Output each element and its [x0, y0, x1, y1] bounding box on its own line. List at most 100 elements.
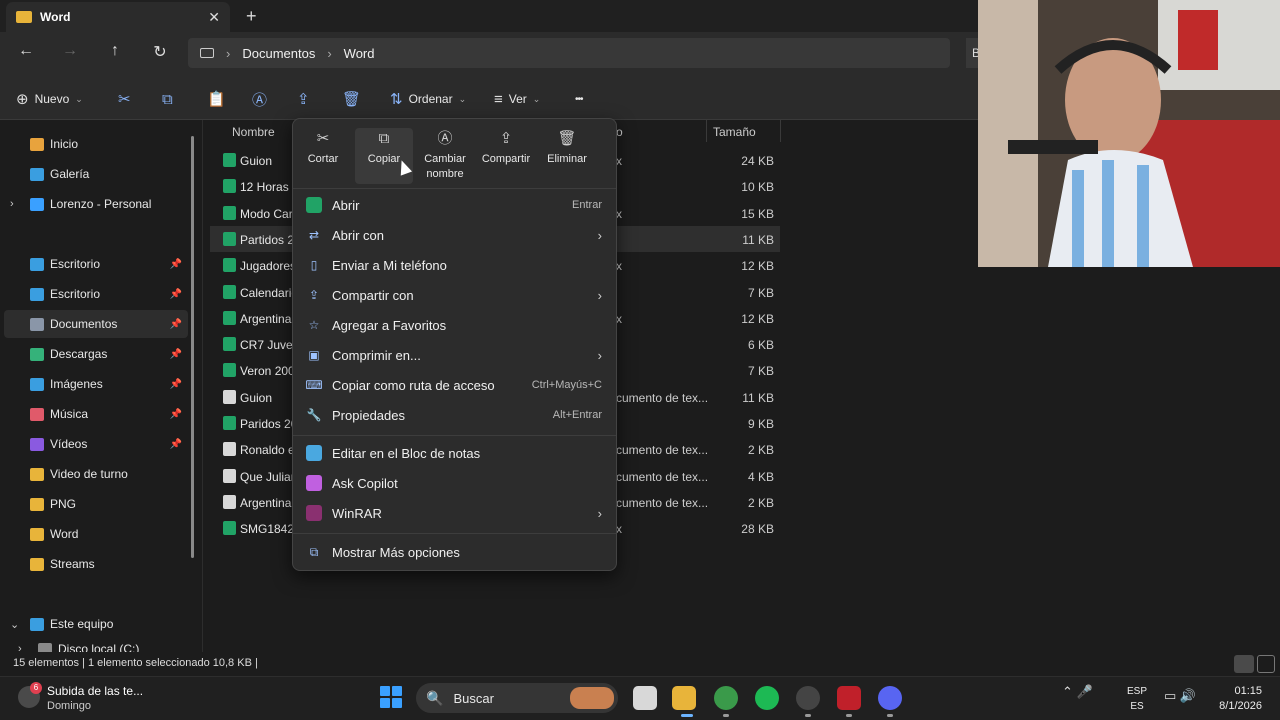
- sidebar-item-video-de-turno[interactable]: Video de turno: [0, 460, 188, 488]
- task-view-icon[interactable]: [633, 686, 657, 710]
- column-divider[interactable]: [706, 120, 707, 142]
- sidebar-item-word[interactable]: Word: [0, 520, 188, 548]
- pin-icon[interactable]: 📌: [170, 379, 182, 390]
- sidebar-item-galer-a[interactable]: Galería: [0, 160, 188, 188]
- share-with-icon: ⇪: [308, 288, 320, 302]
- refresh-icon[interactable]: ↻: [148, 42, 172, 64]
- start-button[interactable]: [380, 686, 402, 708]
- breadcrumb-word[interactable]: Word: [344, 46, 375, 61]
- language-bottom: ES: [1130, 701, 1144, 712]
- sidebar-item-im-genes[interactable]: Imágenes 📌: [0, 370, 188, 398]
- column-header-size[interactable]: Tamaño: [713, 125, 756, 139]
- forward-arrow-icon[interactable]: →: [58, 42, 82, 64]
- quick-action-cut[interactable]: ✂ Cortar: [294, 128, 352, 184]
- chevron-down-icon[interactable]: ⌄: [10, 618, 19, 631]
- copy-button[interactable]: ⧉: [162, 88, 173, 110]
- chevron-down-icon: ⌄: [75, 93, 83, 104]
- sidebar-item-inicio[interactable]: Inicio: [0, 130, 188, 158]
- menu-item-more-options[interactable]: ⧉ Mostrar Más opciones: [300, 538, 610, 566]
- notepad-icon: [306, 445, 322, 461]
- address-bar[interactable]: › Documentos › Word: [188, 38, 950, 68]
- taskbar-search[interactable]: 🔍 Buscar: [416, 683, 618, 713]
- quick-action-copy[interactable]: ⧉ Copiar: [355, 128, 413, 184]
- pane-divider[interactable]: [202, 120, 203, 652]
- clock-date: 8/1/2026: [1219, 700, 1262, 712]
- new-tab-button[interactable]: +: [246, 6, 257, 27]
- new-button[interactable]: ⊕ Nuevo ⌄: [16, 88, 83, 110]
- paste-button[interactable]: 📋: [207, 88, 226, 110]
- share-icon: ⇪: [499, 130, 513, 147]
- language-indicator[interactable]: ESP ES: [1127, 684, 1147, 714]
- sidebar-item-png[interactable]: PNG: [0, 490, 188, 518]
- cut-button[interactable]: ✂: [118, 88, 131, 110]
- column-header-type[interactable]: o: [616, 125, 623, 139]
- file-size: 11 KB: [742, 390, 774, 405]
- sidebar-item-lorenzo-personal[interactable]: › Lorenzo - Personal: [0, 190, 188, 218]
- discord-icon[interactable]: [878, 686, 902, 710]
- file-explorer-icon[interactable]: [672, 686, 696, 710]
- quick-action-rename[interactable]: Ⓐ Cambiar nombre: [416, 128, 474, 184]
- share-button[interactable]: ⇪: [297, 88, 310, 110]
- menu-item-sheet-app[interactable]: Abrir Entrar: [300, 191, 610, 219]
- sidebar-item-escritorio[interactable]: Escritorio 📌: [0, 280, 188, 308]
- pin-icon[interactable]: 📌: [170, 439, 182, 450]
- pin-icon[interactable]: 📌: [170, 409, 182, 420]
- sidebar-item-escritorio[interactable]: Escritorio 📌: [0, 250, 188, 278]
- spotify-icon[interactable]: [755, 686, 779, 710]
- sidebar-item-descargas[interactable]: Descargas 📌: [0, 340, 188, 368]
- sidebar-scrollbar[interactable]: [191, 136, 194, 558]
- menu-item-notepad[interactable]: Editar en el Bloc de notas: [300, 439, 610, 467]
- menu-item-open-with[interactable]: ⇄ Abrir con ›: [300, 221, 610, 249]
- more-button[interactable]: •••: [575, 88, 583, 110]
- rename-button[interactable]: Ⓐ: [252, 88, 267, 110]
- pin-icon[interactable]: 📌: [170, 259, 182, 270]
- file-size: 11 KB: [742, 232, 774, 247]
- game-app-icon[interactable]: [837, 686, 861, 710]
- sidebar-item-v-deos[interactable]: Vídeos 📌: [0, 430, 188, 458]
- menu-item-copilot[interactable]: Ask Copilot: [300, 469, 610, 497]
- tiles-view-toggle[interactable]: [1257, 655, 1275, 673]
- sidebar-item-este-equipo[interactable]: ⌄ Este equipo: [0, 610, 188, 638]
- quick-action-delete[interactable]: 🗑 Eliminar: [538, 128, 596, 184]
- sidebar-item-streams[interactable]: Streams: [0, 550, 188, 578]
- chevron-right-icon[interactable]: ›: [10, 198, 14, 210]
- menu-item-copy-path[interactable]: ⌨ Copiar como ruta de acceso Ctrl+Mayús+C: [300, 371, 610, 399]
- chevron-down-icon: ⌄: [532, 93, 541, 104]
- pin-icon[interactable]: 📌: [170, 289, 182, 300]
- sort-button[interactable]: ⇅ Ordenar ⌄: [390, 88, 466, 110]
- search-box[interactable]: B: [966, 38, 980, 68]
- sidebar-item-m-sica[interactable]: Música 📌: [0, 400, 188, 428]
- menu-item-label: Copiar como ruta de acceso: [332, 377, 495, 393]
- system-tray[interactable]: ⌃ 🎤: [1062, 684, 1093, 700]
- new-label: Nuevo: [34, 92, 70, 106]
- column-divider[interactable]: [780, 120, 781, 142]
- menu-item-winrar[interactable]: WinRAR ›: [300, 499, 610, 527]
- close-tab-icon[interactable]: ✕: [208, 9, 220, 26]
- menu-item-phone[interactable]: ▯ Enviar a Mi teléfono: [300, 251, 610, 279]
- column-header-name[interactable]: Nombre: [232, 125, 275, 139]
- menu-item-star[interactable]: ☆ Agregar a Favoritos: [300, 311, 610, 339]
- delete-button[interactable]: 🗑: [342, 88, 361, 110]
- obs-icon[interactable]: [796, 686, 820, 710]
- menu-item-compress[interactable]: ▣ Comprimir en... ›: [300, 341, 610, 369]
- menu-item-wrench[interactable]: 🔧 Propiedades Alt+Entrar: [300, 401, 610, 429]
- tab-word[interactable]: Word ✕: [6, 2, 230, 32]
- pin-icon[interactable]: 📌: [170, 319, 182, 330]
- clock[interactable]: 01:15 8/1/2026: [1210, 684, 1262, 714]
- up-arrow-icon[interactable]: ↑: [103, 42, 127, 64]
- back-arrow-icon[interactable]: ←: [14, 42, 38, 64]
- sidebar-item-documentos[interactable]: Documentos 📌: [4, 310, 188, 338]
- breadcrumb-documentos[interactable]: Documentos: [242, 46, 315, 61]
- menu-item-share-with[interactable]: ⇪ Compartir con ›: [300, 281, 610, 309]
- file-name: CR7 Juven: [240, 338, 300, 353]
- notification-badge: 6: [30, 682, 42, 694]
- menu-item-label: Propiedades: [332, 407, 405, 423]
- pin-icon[interactable]: 📌: [170, 349, 182, 360]
- chrome-icon[interactable]: [714, 686, 738, 710]
- details-view-toggle[interactable]: [1234, 655, 1254, 673]
- network-volume-icons[interactable]: ▭ 🔊: [1164, 688, 1196, 704]
- sidebar-item-label: PNG: [50, 497, 77, 511]
- notification-widget[interactable]: 6 Subida de las te... Domingo: [18, 682, 168, 716]
- quick-action-share[interactable]: ⇪ Compartir: [477, 128, 535, 184]
- view-button[interactable]: ≡ Ver ⌄: [494, 88, 540, 110]
